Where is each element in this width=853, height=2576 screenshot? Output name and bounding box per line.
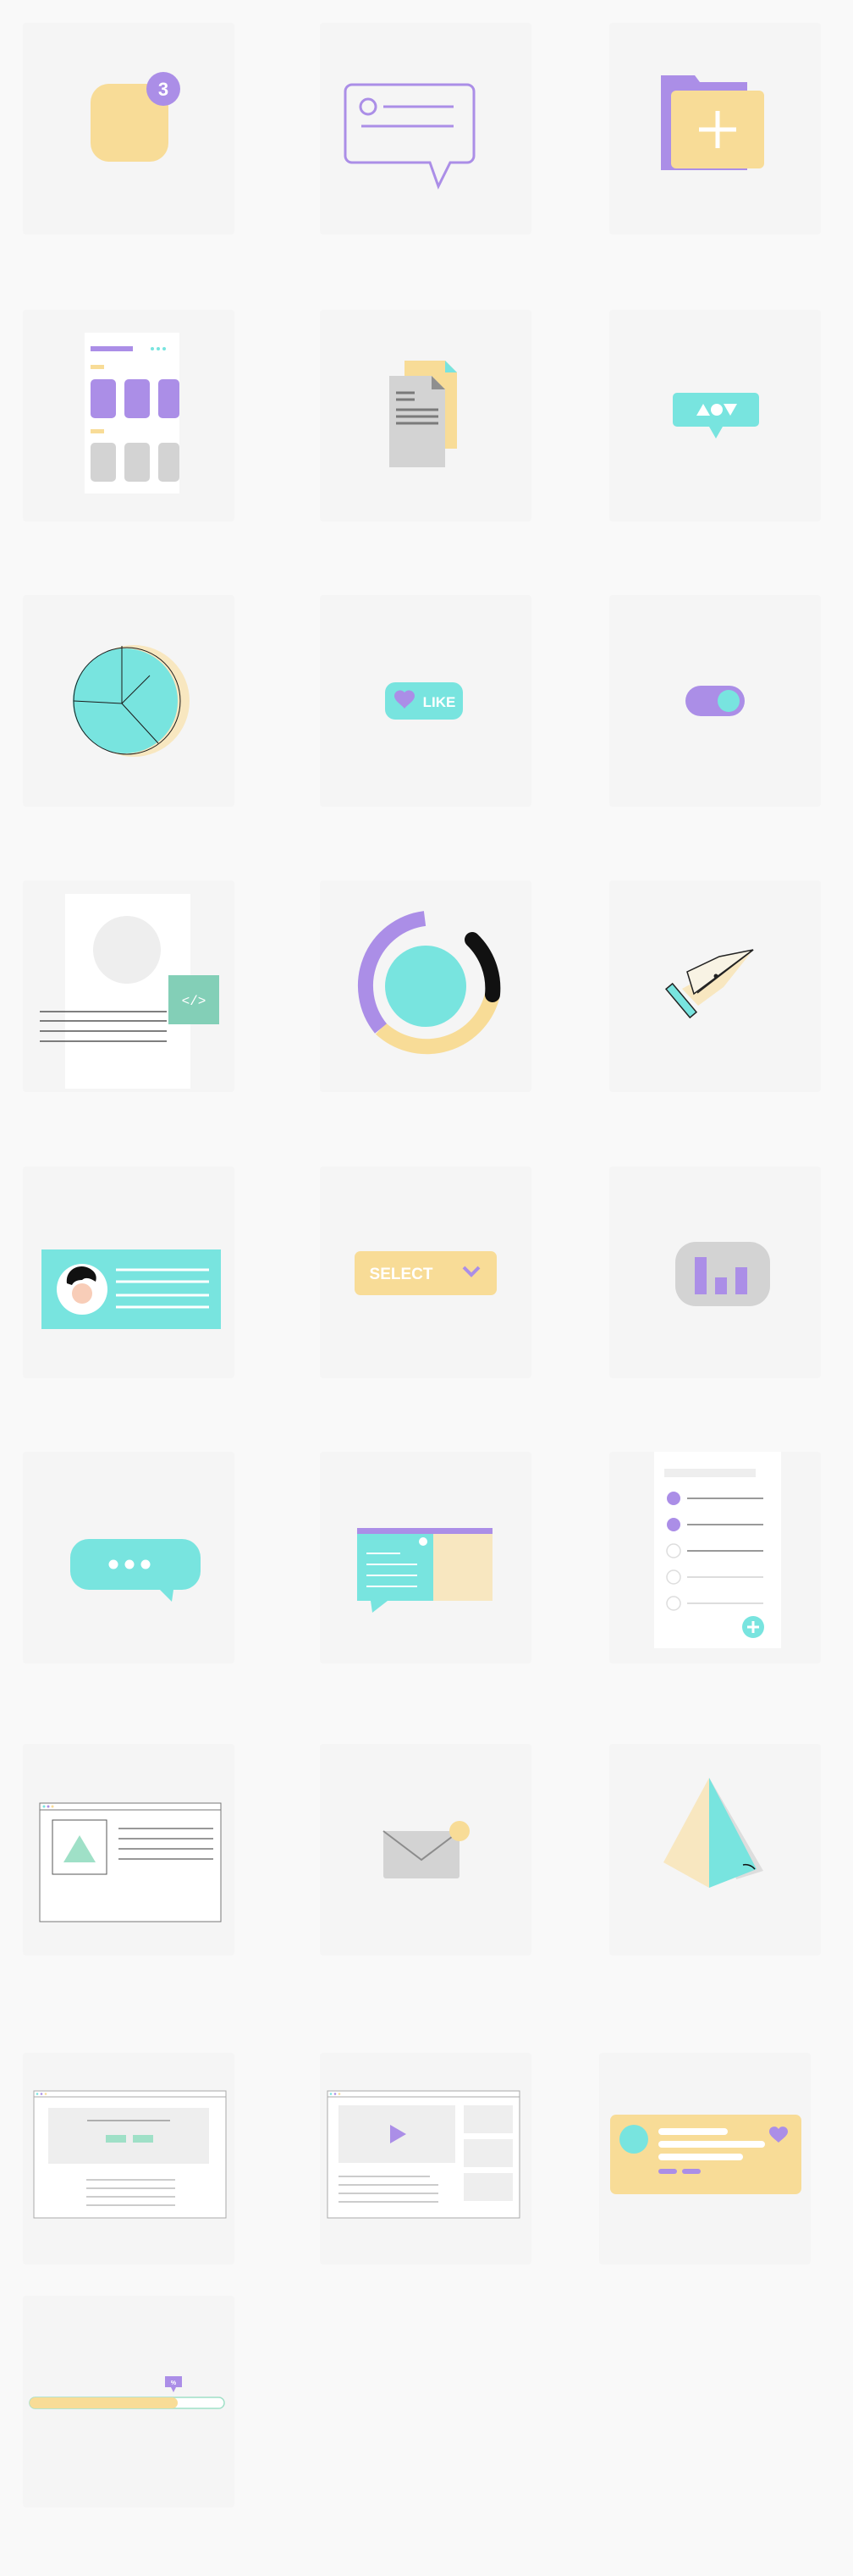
tile-bar-chart	[609, 1167, 821, 1378]
tile-mobile-layout	[23, 310, 234, 521]
mail-badge	[449, 1821, 470, 1841]
bar-chart-icon	[675, 1242, 770, 1306]
tile-progress: %	[23, 2296, 234, 2507]
tile-mail	[320, 1744, 531, 1955]
notification-badge-icon[interactable]: 3	[23, 23, 234, 234]
tile-code-profile: </>	[23, 880, 234, 1092]
tile-checklist	[609, 1452, 821, 1663]
select-label: SELECT	[370, 1266, 433, 1283]
tile-user-profile-card	[23, 1167, 234, 1378]
chat-window-icon	[357, 1528, 493, 1613]
tile-toggle	[609, 595, 821, 807]
select-illustration: SELECT	[355, 1251, 497, 1295]
select-dropdown-icon[interactable]: SELECT	[355, 1251, 497, 1295]
mobile-app-layout-icon	[85, 333, 179, 494]
tile-typing-bubble	[23, 1452, 234, 1663]
tile-add-folder	[609, 23, 821, 234]
code-brackets-icon: </>	[182, 994, 206, 1009]
like-label: LIKE	[423, 694, 456, 710]
typing-bubble-icon	[70, 1539, 201, 1602]
tile-documents	[320, 310, 531, 521]
tile-pyramid	[609, 1744, 821, 1955]
documents-icon	[389, 361, 457, 467]
tile-chat-window	[320, 1452, 531, 1663]
tile-social-post	[599, 2053, 811, 2264]
tile-notification: 3	[23, 23, 234, 234]
image-layout-window-icon	[39, 1802, 222, 1922]
like-illustration: LIKE	[385, 682, 463, 720]
tile-image-layout	[23, 1744, 234, 1955]
tile-like: LIKE	[320, 595, 531, 807]
video-page-window-icon	[327, 2090, 520, 2219]
progress-bar-icon: %	[29, 2376, 225, 2409]
donut-progress-icon	[358, 911, 501, 1055]
tile-pen-tool	[609, 880, 821, 1092]
user-profile-card-icon	[41, 1249, 221, 1329]
svg-text:%: %	[171, 2380, 177, 2386]
tile-chat-message	[320, 23, 531, 234]
tile-donut	[320, 880, 531, 1092]
shapes-speech-bubble-icon	[673, 393, 759, 439]
add-folder-icon[interactable]	[609, 23, 821, 234]
pyramid-icon	[663, 1778, 763, 1888]
toggle-switch-icon[interactable]	[609, 595, 821, 807]
add-item-button[interactable]	[742, 1616, 764, 1638]
mail-notification-icon	[382, 1821, 470, 1878]
checklist-icon	[654, 1452, 781, 1648]
chat-message-icon	[344, 83, 476, 190]
tile-landing-page	[23, 2053, 234, 2264]
landing-page-window-icon	[33, 2090, 227, 2219]
code-profile-card-icon: </>	[40, 894, 219, 1089]
social-post-card-icon	[610, 2115, 801, 2194]
pie-chart-icon	[73, 645, 190, 757]
tile-pie-chart	[23, 595, 234, 807]
tile-video-page	[320, 2053, 531, 2264]
tile-select: SELECT	[320, 1167, 531, 1378]
notification-count: 3	[158, 79, 168, 100]
tile-shapes-bubble	[609, 310, 821, 521]
like-button-icon[interactable]: LIKE	[385, 682, 463, 720]
pen-tool-icon	[664, 949, 754, 1019]
